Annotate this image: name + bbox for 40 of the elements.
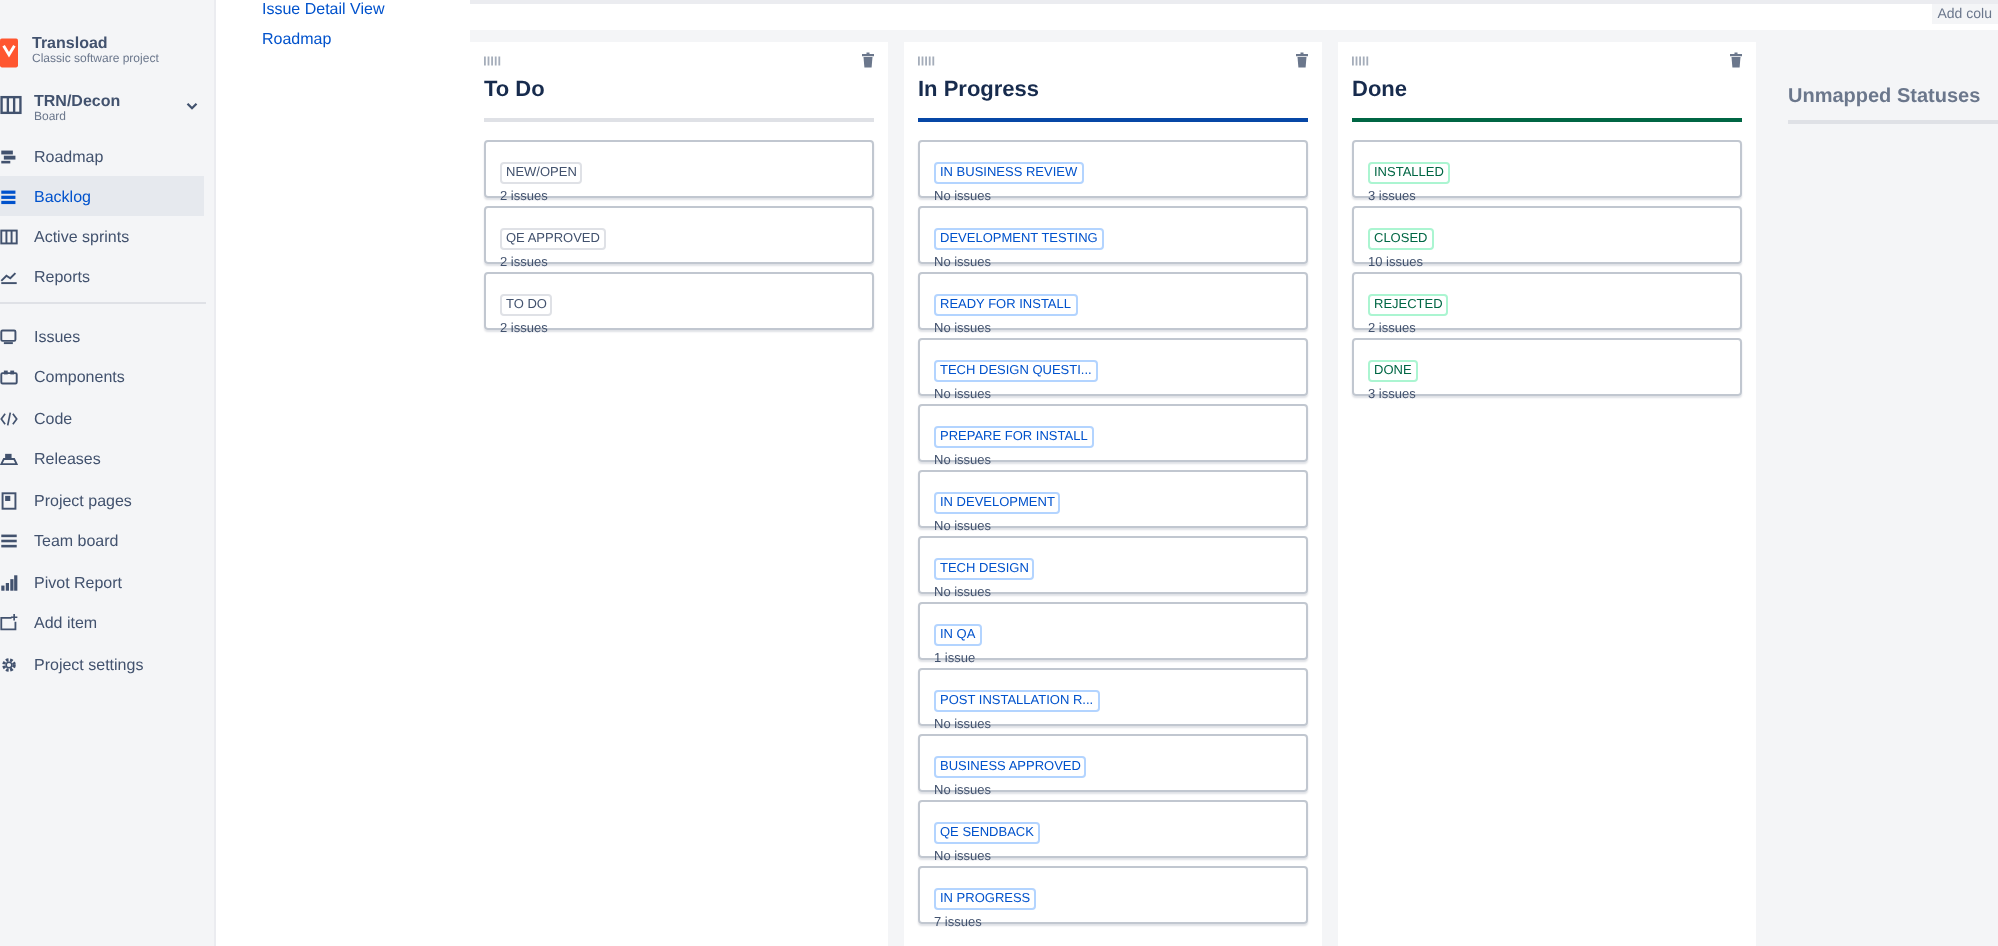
sidebar-item[interactable]: Backlog: [0, 176, 204, 216]
code-icon: [0, 409, 18, 428]
trash-icon[interactable]: [1296, 52, 1308, 68]
list-icon: [0, 187, 18, 205]
sidebar-item[interactable]: Roadmap: [0, 136, 204, 176]
sidebar-item[interactable]: Components: [0, 357, 196, 398]
settings-link[interactable]: Roadmap: [262, 30, 470, 50]
sidebar-item[interactable]: Project pages: [0, 480, 196, 521]
column-title: Unmapped Statuses: [1788, 86, 1998, 124]
sidebar-item[interactable]: Team board: [0, 521, 196, 562]
column-title: To Do: [484, 78, 874, 122]
sidebar-item[interactable]: Issues: [0, 316, 196, 357]
add-icon: [0, 614, 18, 633]
sidebar-item[interactable]: Project settings: [0, 644, 196, 685]
project-name: Transload: [32, 34, 110, 52]
sidebar-item[interactable]: Add item: [0, 603, 196, 644]
sidebar-item[interactable]: Reports: [0, 256, 204, 296]
sidebar-item[interactable]: Active sprints: [0, 216, 204, 256]
column-title: In Progress: [918, 78, 1308, 122]
lines-icon: [0, 532, 18, 551]
line-chart-icon: [0, 267, 18, 285]
columns-icon: [0, 227, 18, 245]
bar-chart-icon: [0, 573, 18, 592]
monitor-icon: [0, 327, 18, 346]
ship-icon: [0, 450, 18, 469]
drag-handle-icon[interactable]: [484, 55, 502, 65]
column-title: Done: [1352, 78, 1742, 122]
board-name: TRN/Decon: [34, 92, 121, 110]
trash-icon[interactable]: [862, 52, 874, 68]
chevron-down-icon: [186, 102, 198, 110]
settings-link[interactable]: Issue Detail View: [262, 0, 470, 20]
drag-handle-icon[interactable]: [918, 55, 936, 65]
drag-handle-icon[interactable]: [1352, 55, 1370, 65]
sidebar-item[interactable]: Releases: [0, 439, 196, 480]
settings-icon: [0, 655, 18, 674]
sidebar-item[interactable]: Pivot Report: [0, 562, 196, 603]
sidebar-item[interactable]: Code: [0, 398, 196, 439]
trash-icon[interactable]: [1730, 52, 1742, 68]
board-icon: [0, 94, 22, 116]
page-icon: [0, 491, 18, 510]
